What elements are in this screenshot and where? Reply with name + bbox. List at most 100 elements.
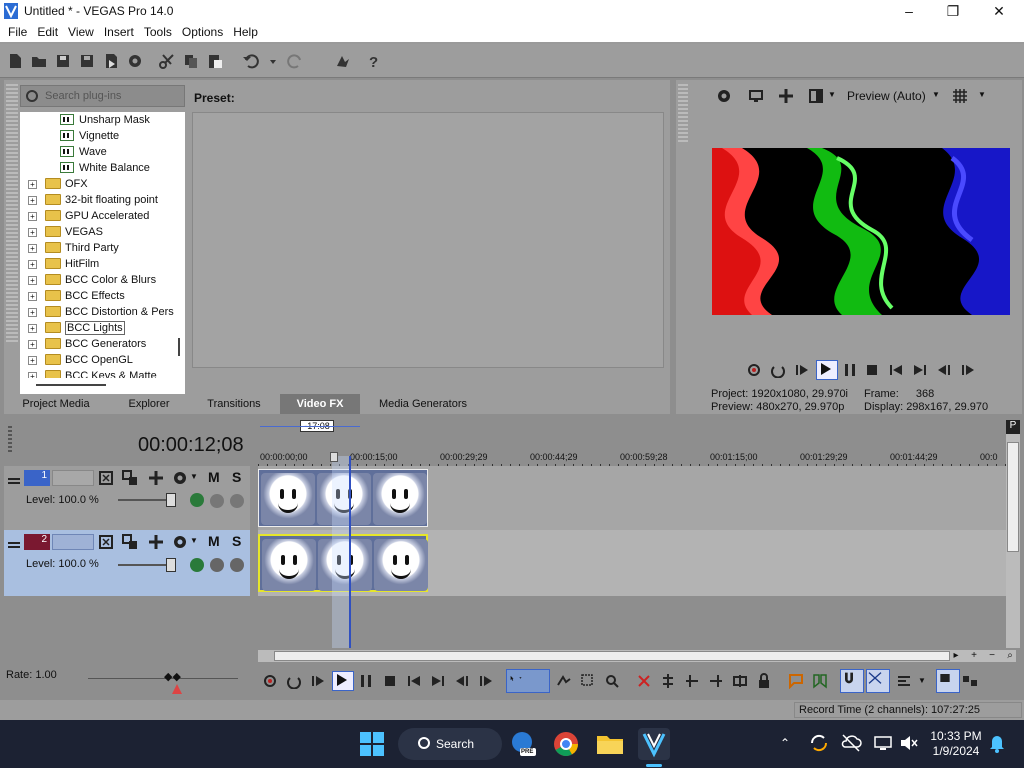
record-icon[interactable] xyxy=(746,362,762,378)
scroll-right-icon[interactable]: ▸ xyxy=(950,650,962,662)
undo-icon[interactable] xyxy=(242,52,260,70)
tab-transitions[interactable]: Transitions xyxy=(196,394,272,414)
overlays-grid-icon[interactable] xyxy=(952,88,968,104)
time-selection[interactable] xyxy=(332,456,350,648)
expand-icon[interactable]: + xyxy=(28,308,37,317)
auto-crossfade-button[interactable] xyxy=(866,669,890,693)
lock-envelopes-button[interactable] xyxy=(936,669,960,693)
tree-horizontal-scrollbar[interactable] xyxy=(36,384,106,386)
whats-this-help-icon[interactable]: ? xyxy=(366,52,384,70)
track-motion-icon[interactable] xyxy=(98,534,114,550)
chrome-app-icon[interactable] xyxy=(550,728,582,760)
track-fx-icon[interactable] xyxy=(148,534,164,550)
tree-folder-gpu[interactable]: + GPU Accelerated xyxy=(20,208,149,224)
menu-file[interactable]: File xyxy=(3,22,32,42)
tree-folder-bcc-lights[interactable]: + BCC Lights xyxy=(20,320,125,336)
playhead-cursor[interactable] xyxy=(349,456,351,648)
zoom-magnifier-icon[interactable]: ⌕ xyxy=(1004,650,1016,662)
menu-help[interactable]: Help xyxy=(228,22,263,42)
tree-item-unsharp-mask[interactable]: Unsharp Mask xyxy=(60,112,150,128)
play-button[interactable] xyxy=(816,360,838,380)
ripple-edit-icon[interactable] xyxy=(896,673,912,689)
level-slider-thumb-2[interactable] xyxy=(166,558,176,572)
expand-icon[interactable]: + xyxy=(28,212,37,221)
trim-icon[interactable] xyxy=(660,673,676,689)
notification-bell-icon[interactable] xyxy=(986,732,1008,754)
tree-folder-hitfilm[interactable]: + HitFilm xyxy=(20,256,99,272)
go-to-start-icon[interactable] xyxy=(406,673,422,689)
tree-folder-bcc-distortion[interactable]: + BCC Distortion & Pers xyxy=(20,304,174,320)
zoom-tool-icon[interactable] xyxy=(604,673,620,689)
menu-view[interactable]: View xyxy=(63,22,99,42)
compositing-mode-gear-icon[interactable] xyxy=(172,534,188,550)
next-frame-icon[interactable] xyxy=(960,362,976,378)
loop-playback-icon[interactable] xyxy=(770,362,786,378)
external-monitor-icon[interactable] xyxy=(748,88,764,104)
menu-insert[interactable]: Insert xyxy=(99,22,139,42)
timeline-horizontal-scrollbar[interactable] xyxy=(258,650,1006,662)
track-fx-icon[interactable] xyxy=(148,470,164,486)
go-to-start-icon[interactable] xyxy=(888,362,904,378)
generate-mask-icon[interactable] xyxy=(230,494,244,508)
next-frame-icon[interactable] xyxy=(478,673,494,689)
properties-gear-icon[interactable] xyxy=(126,52,144,70)
lock-icon[interactable] xyxy=(756,673,772,689)
tree-folder-bcc-generators[interactable]: + BCC Generators xyxy=(20,336,146,352)
split-screen-icon[interactable] xyxy=(808,88,824,104)
paste-icon[interactable] xyxy=(206,52,224,70)
expand-icon[interactable]: + xyxy=(28,324,37,333)
taskbar-clock[interactable]: 10:33 PM 1/9/2024 xyxy=(930,729,982,759)
expand-icon[interactable]: + xyxy=(28,180,37,189)
tree-item-vignette[interactable]: Vignette xyxy=(60,128,119,144)
level-slider-thumb-1[interactable] xyxy=(166,493,176,507)
timeline-ruler[interactable]: -17:08 00:00:00;00 00:00:15;00 00:00:29;… xyxy=(258,416,1006,466)
expand-icon[interactable]: + xyxy=(28,292,37,301)
play-from-start-icon[interactable] xyxy=(794,362,810,378)
mute-button-1[interactable]: M xyxy=(208,469,220,485)
track-header-1[interactable]: 1 ▼ M S Level: 100.0 % xyxy=(4,466,250,530)
solo-button-1[interactable]: S xyxy=(232,469,241,485)
go-to-end-icon[interactable] xyxy=(912,362,928,378)
expand-icon[interactable]: + xyxy=(28,372,37,378)
undo-dropdown-icon[interactable] xyxy=(264,52,276,70)
rate-slider-thumb-icon[interactable]: ◆◆ xyxy=(164,670,188,684)
panel-grip[interactable] xyxy=(678,84,688,144)
enable-snapping-icon[interactable] xyxy=(334,52,352,70)
expand-icon[interactable]: + xyxy=(28,260,37,269)
timeline-vertical-scrollbar[interactable] xyxy=(1006,420,1020,648)
horizontal-scroll-thumb[interactable] xyxy=(274,651,950,661)
record-icon[interactable] xyxy=(262,673,278,689)
tree-folder-bcc-keys[interactable]: + BCC Keys & Matte xyxy=(20,368,157,378)
preview-quality-dropdown[interactable]: Preview (Auto) xyxy=(847,89,926,103)
minimize-button[interactable]: – xyxy=(886,0,932,22)
tab-explorer[interactable]: Explorer xyxy=(112,394,186,414)
compositor-icon[interactable] xyxy=(210,494,224,508)
tree-folder-bcc-effects[interactable]: + BCC Effects xyxy=(20,288,125,304)
playhead-handle[interactable] xyxy=(330,452,338,462)
search-plugins-box[interactable]: Search plug-ins xyxy=(20,85,185,107)
vertical-scroll-thumb[interactable] xyxy=(1007,442,1019,552)
normal-edit-tool-button[interactable] xyxy=(506,669,550,693)
expand-icon[interactable]: + xyxy=(28,244,37,253)
zoom-in-icon[interactable]: + xyxy=(968,650,980,662)
cut-icon[interactable] xyxy=(158,52,176,70)
track-name-field-2[interactable] xyxy=(52,534,94,550)
tab-media-generators[interactable]: Media Generators xyxy=(368,394,478,414)
expand-icon[interactable]: + xyxy=(28,196,37,205)
previous-frame-icon[interactable] xyxy=(454,673,470,689)
show-hidden-icons-icon[interactable]: ⌃ xyxy=(780,736,790,750)
split-screen-dropdown-icon[interactable]: ▼ xyxy=(828,90,836,99)
compositing-mode-gear-icon[interactable] xyxy=(172,470,188,486)
tree-folder-bcc-color[interactable]: + BCC Color & Blurs xyxy=(20,272,156,288)
compositor-icon[interactable] xyxy=(210,558,224,572)
tree-folder-third-party[interactable]: + Third Party xyxy=(20,240,119,256)
windows-start-icon[interactable] xyxy=(356,728,388,760)
render-as-icon[interactable] xyxy=(102,52,120,70)
parent-composite-icon[interactable] xyxy=(122,470,138,486)
expand-icon[interactable]: + xyxy=(28,340,37,349)
stop-icon[interactable] xyxy=(382,673,398,689)
solo-button-2[interactable]: S xyxy=(232,533,241,549)
rate-slider[interactable] xyxy=(88,678,238,679)
network-icon[interactable] xyxy=(872,732,894,754)
envelope-tool-icon[interactable] xyxy=(556,673,572,689)
